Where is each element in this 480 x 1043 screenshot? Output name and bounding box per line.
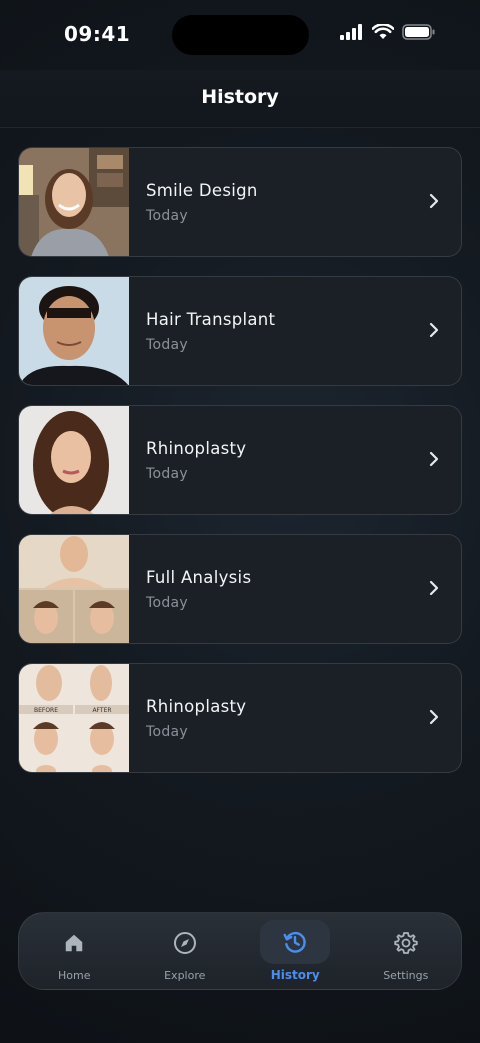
- chevron-right-icon: [429, 193, 439, 209]
- wifi-icon: [372, 24, 394, 39]
- history-card-full-analysis[interactable]: Full Analysis Today: [18, 534, 462, 644]
- tab-settings[interactable]: Settings: [360, 918, 452, 984]
- tab-label: Home: [58, 968, 91, 982]
- tab-icon-wrap: [260, 920, 331, 964]
- chevron-right-icon: [429, 451, 439, 467]
- history-list: Smile Design Today Hair Transplant Today: [18, 147, 462, 792]
- history-title: Smile Design: [146, 180, 258, 200]
- chevron-right-icon: [429, 322, 439, 338]
- compass-icon: [173, 931, 196, 954]
- history-date: Today: [146, 723, 188, 740]
- tab-icon-wrap: [150, 921, 220, 965]
- history-title: Full Analysis: [146, 567, 252, 587]
- after-label: AFTER: [92, 707, 111, 714]
- history-icon: [283, 931, 306, 953]
- tab-home[interactable]: Home: [28, 918, 120, 984]
- history-date: Today: [146, 207, 188, 224]
- history-date: Today: [146, 336, 188, 353]
- history-card-smile-design[interactable]: Smile Design Today: [18, 147, 462, 257]
- tab-label: Settings: [383, 968, 429, 982]
- history-date: Today: [146, 465, 188, 482]
- chevron-right-icon: [429, 580, 439, 596]
- home-icon: [66, 934, 83, 951]
- tab-icon-wrap: [39, 921, 109, 965]
- status-time: 09:41: [64, 22, 131, 46]
- status-icons: [340, 24, 436, 40]
- tab-icon-wrap: [371, 921, 441, 965]
- status-bar: 09:41: [0, 0, 480, 70]
- signal-icon: [340, 24, 362, 40]
- page-title: History: [201, 86, 279, 108]
- tab-explore[interactable]: Explore: [139, 918, 231, 984]
- history-thumbnail: [19, 148, 129, 256]
- history-title: Rhinoplasty: [146, 696, 247, 716]
- battery-icon: [402, 24, 435, 40]
- chevron-right-icon: [429, 709, 439, 725]
- history-thumbnail: [19, 277, 129, 385]
- history-card-rhinoplasty-2[interactable]: BEFORE AFTER Rhinoplasty Today: [18, 663, 462, 773]
- history-date: Today: [146, 594, 188, 611]
- history-card-text: Smile Design Today: [146, 181, 461, 224]
- history-card-rhinoplasty[interactable]: Rhinoplasty Today: [18, 405, 462, 515]
- history-card-text: Rhinoplasty Today: [146, 439, 461, 482]
- history-card-hair-transplant[interactable]: Hair Transplant Today: [18, 276, 462, 386]
- history-card-text: Hair Transplant Today: [146, 310, 461, 353]
- gear-icon: [394, 931, 418, 954]
- header: History: [0, 70, 480, 128]
- history-card-text: Rhinoplasty Today: [146, 697, 461, 740]
- history-thumbnail: [19, 535, 129, 643]
- history-title: Rhinoplasty: [146, 438, 247, 458]
- tab-label: History: [270, 968, 320, 982]
- tab-history[interactable]: History: [249, 918, 341, 984]
- tab-bar: Home Explore History Settings: [18, 912, 462, 990]
- dynamic-island: [172, 15, 309, 55]
- tab-label: Explore: [164, 968, 206, 982]
- before-label: BEFORE: [34, 707, 58, 714]
- history-thumbnail: [19, 406, 129, 514]
- history-thumbnail: BEFORE AFTER: [19, 664, 129, 772]
- history-card-text: Full Analysis Today: [146, 568, 461, 611]
- history-title: Hair Transplant: [146, 309, 276, 329]
